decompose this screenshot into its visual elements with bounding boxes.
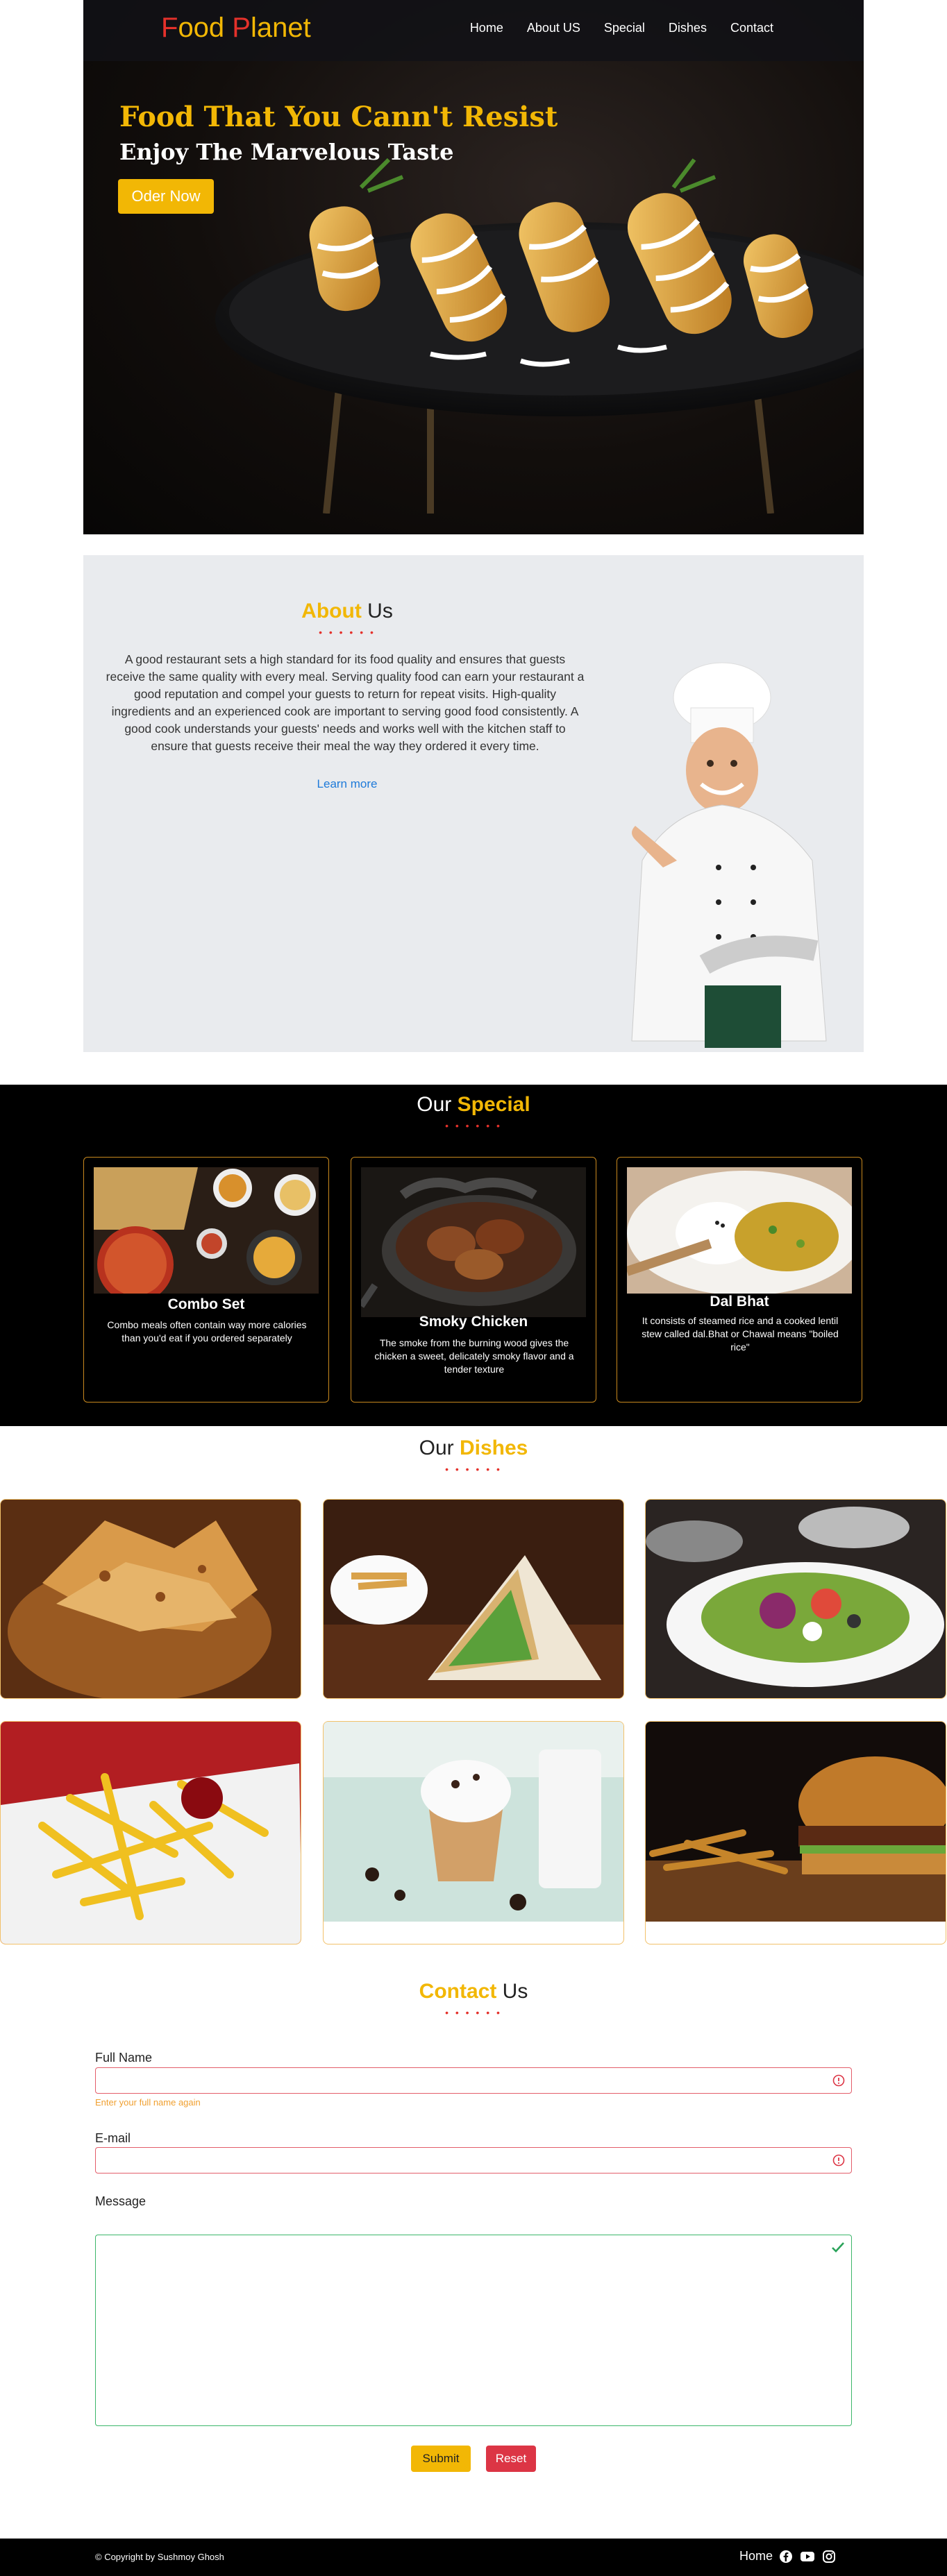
about-text: A good restaurant sets a high standard f… (106, 652, 585, 753)
email-label: E-mail (95, 2131, 131, 2145)
nav-contact[interactable]: Contact (730, 21, 773, 35)
dal-bhat-image (627, 1167, 852, 1294)
warning-icon (832, 2074, 845, 2087)
dish-card-sandwich[interactable] (323, 1499, 624, 1699)
dishes-divider-dots: • • • • • • (445, 1464, 502, 1475)
dishes-title-rest: Our (419, 1437, 460, 1459)
youtube-icon[interactable] (800, 2550, 815, 2564)
about-section: About Us • • • • • • A good restaurant s… (83, 555, 864, 1052)
warning-icon (832, 2154, 845, 2167)
dish-image-fries (1, 1722, 301, 1944)
footer: © Copyright by Sushmoy Ghosh Home (0, 2539, 947, 2576)
instagram-icon[interactable] (822, 2550, 836, 2564)
nav-dishes[interactable]: Dishes (669, 21, 707, 35)
dish-card-burger[interactable] (645, 1721, 946, 1944)
dish-card-fries[interactable] (0, 1721, 301, 1944)
chef-image (631, 662, 827, 1048)
dish-card-dessert[interactable] (323, 1721, 624, 1944)
special-card-desc: It consists of steamed rice and a cooked… (642, 1315, 839, 1353)
brand-text-1: ood (178, 12, 233, 43)
special-card-dal-bhat[interactable]: Dal Bhat It consists of steamed rice and… (617, 1157, 862, 1403)
contact-divider-dots: • • • • • • (445, 2007, 502, 2018)
brand-text-2: lanet (250, 12, 311, 43)
nav-links: Home About US Special Dishes Contact (470, 21, 773, 35)
special-heading: Our Special • • • • • • (0, 1093, 947, 1130)
dish-image-naan (1, 1500, 301, 1698)
footer-home-link[interactable]: Home (739, 2549, 773, 2564)
brand-logo[interactable]: Food Planet (161, 12, 311, 44)
full-name-error: Enter your full name again (95, 2097, 201, 2108)
special-card-smoky-chicken[interactable]: Smoky Chicken The smoke from the burning… (351, 1157, 596, 1403)
smoky-chicken-image (361, 1167, 586, 1317)
dish-image-dessert (324, 1722, 623, 1922)
dish-card-salad[interactable] (645, 1499, 946, 1699)
hero-food-image (215, 158, 864, 514)
submit-button[interactable]: Submit (411, 2446, 471, 2472)
hero-section: Food Planet Home About US Special Dishes… (83, 0, 864, 534)
special-card-desc: Combo meals often contain way more calor… (107, 1319, 307, 1344)
contact-title-rest: Us (496, 1980, 528, 2003)
brand-letter-p: P (232, 12, 251, 43)
hero-title: Food That You Cann't Resist (119, 101, 558, 133)
special-divider-dots: • • • • • • (445, 1120, 502, 1131)
dish-image-sandwich (324, 1500, 623, 1698)
contact-title-highlight: Contact (419, 1980, 497, 2003)
about-title-highlight: About (301, 600, 362, 622)
special-card-combo[interactable]: Combo Set Combo meals often contain way … (83, 1157, 329, 1403)
brand-letter-f: F (161, 12, 178, 43)
full-name-label: Full Name (95, 2051, 153, 2065)
copyright-text: © Copyright by Sushmoy Ghosh (95, 2552, 224, 2562)
special-title-highlight: Special (457, 1093, 530, 1116)
dishes-heading: Our Dishes • • • • • • (0, 1437, 947, 1474)
about-heading: About Us • • • • • • (83, 600, 611, 637)
facebook-icon[interactable] (779, 2550, 793, 2564)
special-card-name: Dal Bhat (710, 1294, 769, 1310)
special-card-name: Smoky Chicken (419, 1314, 528, 1330)
special-card-desc: The smoke from the burning wood gives th… (374, 1337, 574, 1375)
order-now-button[interactable]: Oder Now (118, 179, 214, 214)
reset-button[interactable]: Reset (486, 2446, 536, 2472)
nav-special[interactable]: Special (604, 21, 645, 35)
full-name-input[interactable] (95, 2067, 852, 2094)
special-section: Our Special • • • • • • Combo Set Combo … (0, 1085, 947, 1426)
contact-heading: Contact Us • • • • • • (0, 1980, 947, 2017)
dish-card-naan[interactable] (0, 1499, 301, 1699)
combo-set-image (94, 1167, 319, 1294)
learn-more-link[interactable]: Learn more (83, 777, 611, 791)
check-icon (832, 2242, 844, 2253)
nav-about[interactable]: About US (527, 21, 580, 35)
dish-image-burger (646, 1722, 946, 1922)
nav-home[interactable]: Home (470, 21, 503, 35)
email-input[interactable] (95, 2147, 852, 2174)
about-title-rest: Us (361, 600, 393, 622)
message-label: Message (95, 2194, 146, 2208)
message-textarea[interactable] (95, 2235, 852, 2426)
dishes-title-highlight: Dishes (459, 1437, 528, 1459)
special-card-name: Combo Set (167, 1296, 245, 1312)
dish-image-salad (646, 1500, 946, 1698)
special-title-rest: Our (417, 1093, 458, 1116)
hero-subtitle: Enjoy The Marvelous Taste (119, 139, 454, 165)
navbar: Food Planet Home About US Special Dishes… (83, 0, 864, 61)
about-divider-dots: • • • • • • (319, 627, 376, 638)
